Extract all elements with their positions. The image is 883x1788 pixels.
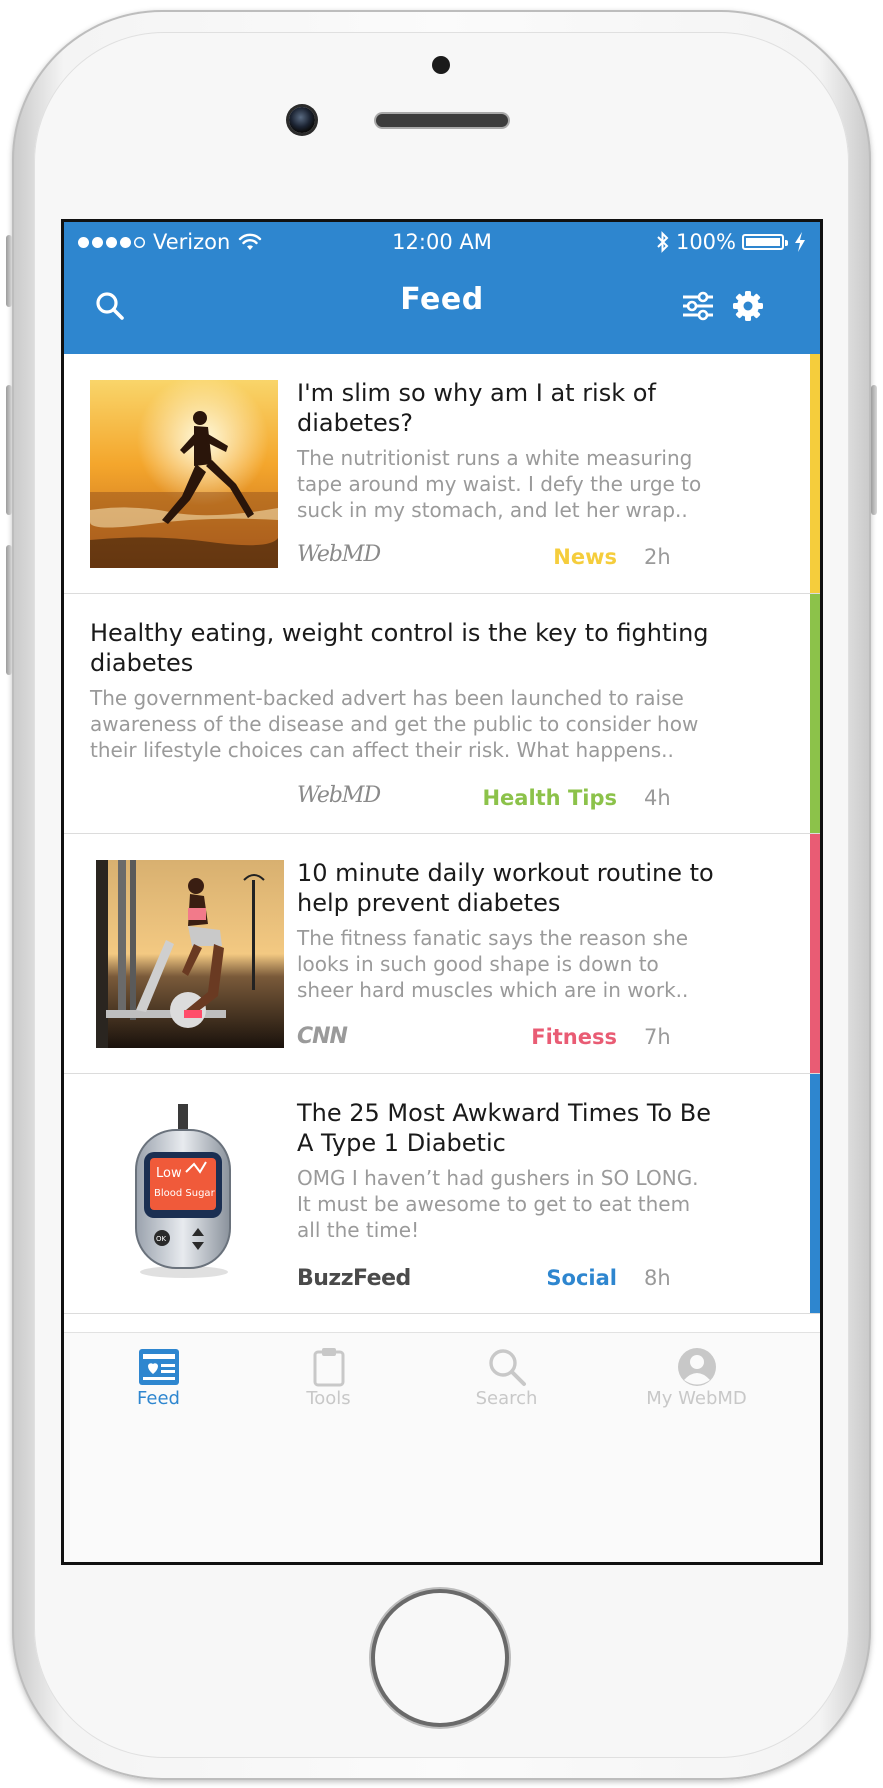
- proximity-sensor: [432, 56, 450, 74]
- bluetooth-icon: [657, 231, 669, 253]
- category-color-bar: [810, 1074, 820, 1313]
- meter-text-ok: OK: [156, 1235, 167, 1243]
- tab-label: Feed: [137, 1388, 180, 1409]
- category-label[interactable]: Fitness: [457, 1025, 617, 1049]
- category-color-bar: [810, 834, 820, 1073]
- app-screen: Verizon 12:00 AM 100% Feed I'm slim so w…: [64, 222, 820, 1562]
- meter-text-blood-sugar: Blood Sugar: [154, 1188, 216, 1199]
- profile-icon: [677, 1348, 716, 1386]
- clipboard-icon: [313, 1348, 344, 1387]
- source-logo: BuzzFeed: [297, 1266, 411, 1291]
- feed-card[interactable]: Low Blood Sugar OK The 25 Most Awkward T…: [64, 1074, 820, 1314]
- tab-my-webmd[interactable]: My WebMD: [602, 1333, 791, 1413]
- filter-icon: [683, 291, 713, 321]
- tab-feed[interactable]: Feed: [64, 1333, 253, 1413]
- category-color-bar: [810, 354, 820, 593]
- feed-card[interactable]: Healthy eating, weight control is the ke…: [64, 594, 820, 834]
- tab-label: Tools: [306, 1388, 351, 1409]
- source-logo: WebMD: [297, 542, 381, 567]
- tab-search[interactable]: Search: [412, 1333, 601, 1413]
- category-color-bar: [810, 594, 820, 833]
- earpiece-speaker: [376, 114, 508, 127]
- article-thumbnail-glucose-meter: Low Blood Sugar OK: [90, 1100, 278, 1288]
- feed-card[interactable]: 10 minute daily workout routine to help …: [64, 834, 820, 1074]
- article-thumbnail-runner: [90, 380, 278, 568]
- tab-label: My WebMD: [646, 1388, 747, 1409]
- article-title[interactable]: 10 minute daily workout routine to help …: [297, 858, 737, 918]
- charging-bolt-icon: [795, 232, 805, 252]
- settings-button[interactable]: [728, 286, 768, 326]
- mute-switch: [6, 235, 12, 307]
- source-logo: CNN: [297, 1024, 348, 1049]
- source-logo: WebMD: [297, 783, 381, 808]
- category-label[interactable]: Health Tips: [457, 786, 617, 810]
- feed-icon: [138, 1349, 179, 1385]
- article-title[interactable]: The 25 Most Awkward Times To Be A Type 1…: [297, 1098, 717, 1158]
- article-snippet: The nutritionist runs a white measuring …: [297, 446, 702, 522]
- search-icon: [488, 1349, 526, 1386]
- article-thumbnail-workout: [96, 860, 284, 1048]
- feed-card[interactable]: I'm slim so why am I at risk of diabetes…: [64, 354, 820, 594]
- power-button: [871, 385, 877, 515]
- home-button[interactable]: [375, 1593, 505, 1723]
- app-header: Verizon 12:00 AM 100% Feed: [64, 222, 820, 354]
- filter-button[interactable]: [678, 286, 718, 326]
- gear-icon: [733, 291, 763, 321]
- device-mockup: Verizon 12:00 AM 100% Feed I'm slim so w…: [0, 0, 883, 1788]
- article-snippet: The government-backed advert has been la…: [90, 686, 699, 762]
- status-bar: Verizon 12:00 AM 100%: [64, 222, 820, 266]
- article-age: 8h: [644, 1266, 671, 1290]
- category-label[interactable]: Social: [457, 1266, 617, 1290]
- news-feed: I'm slim so why am I at risk of diabetes…: [64, 354, 820, 1314]
- article-age: 4h: [644, 786, 671, 810]
- tab-tools[interactable]: Tools: [234, 1333, 423, 1413]
- article-age: 2h: [644, 545, 671, 569]
- article-title[interactable]: Healthy eating, weight control is the ke…: [90, 618, 730, 678]
- front-camera: [289, 107, 315, 133]
- category-label[interactable]: News: [457, 545, 617, 569]
- article-snippet: The fitness fanatic says the reason she …: [297, 926, 689, 1002]
- tab-label: Search: [475, 1388, 538, 1409]
- battery-icon: [742, 234, 788, 250]
- battery-percent: 100%: [675, 230, 736, 254]
- volume-down-button: [6, 545, 12, 675]
- meter-text-low: Low: [156, 1166, 182, 1181]
- volume-up-button: [6, 385, 12, 515]
- tab-bar: Feed Tools Search My WebMD: [64, 1332, 820, 1562]
- article-snippet: OMG I haven’t had gushers in SO LONG. It…: [297, 1166, 699, 1242]
- article-age: 7h: [644, 1025, 671, 1049]
- article-title[interactable]: I'm slim so why am I at risk of diabetes…: [297, 378, 757, 438]
